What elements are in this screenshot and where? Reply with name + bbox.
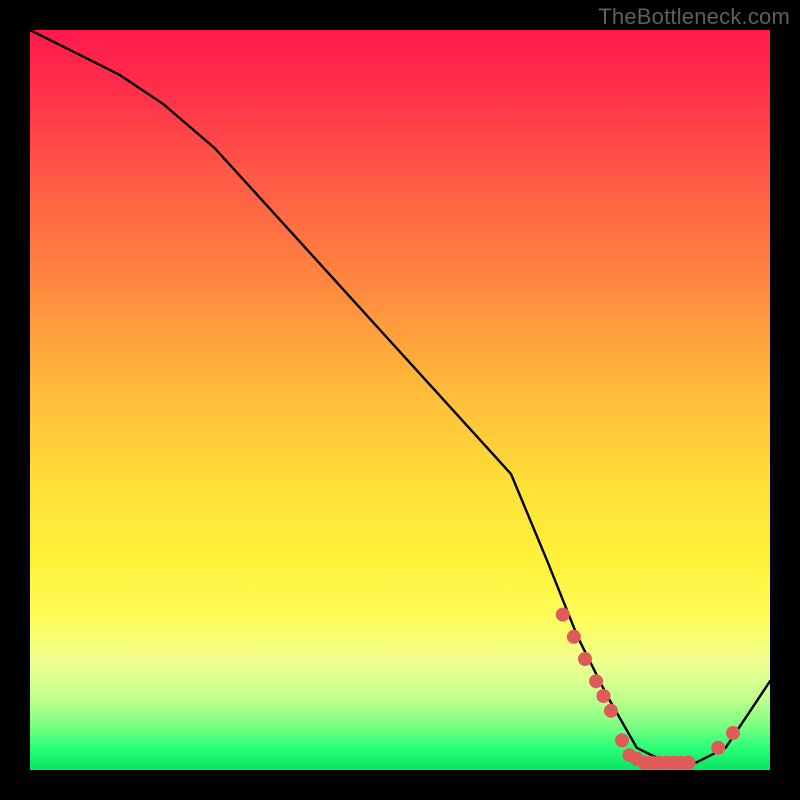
data-marker [556, 608, 569, 621]
chart-svg [30, 30, 770, 770]
data-marker [597, 690, 610, 703]
data-marker [682, 756, 695, 769]
bottleneck-curve [30, 30, 770, 763]
data-marker [616, 734, 629, 747]
data-marker [727, 727, 740, 740]
watermark-text: TheBottleneck.com [598, 4, 790, 30]
marker-group [556, 608, 739, 769]
plot-area [30, 30, 770, 770]
data-marker [712, 741, 725, 754]
data-marker [590, 675, 603, 688]
data-marker [567, 630, 580, 643]
chart-frame: TheBottleneck.com [0, 0, 800, 800]
data-marker [604, 704, 617, 717]
data-marker [579, 653, 592, 666]
